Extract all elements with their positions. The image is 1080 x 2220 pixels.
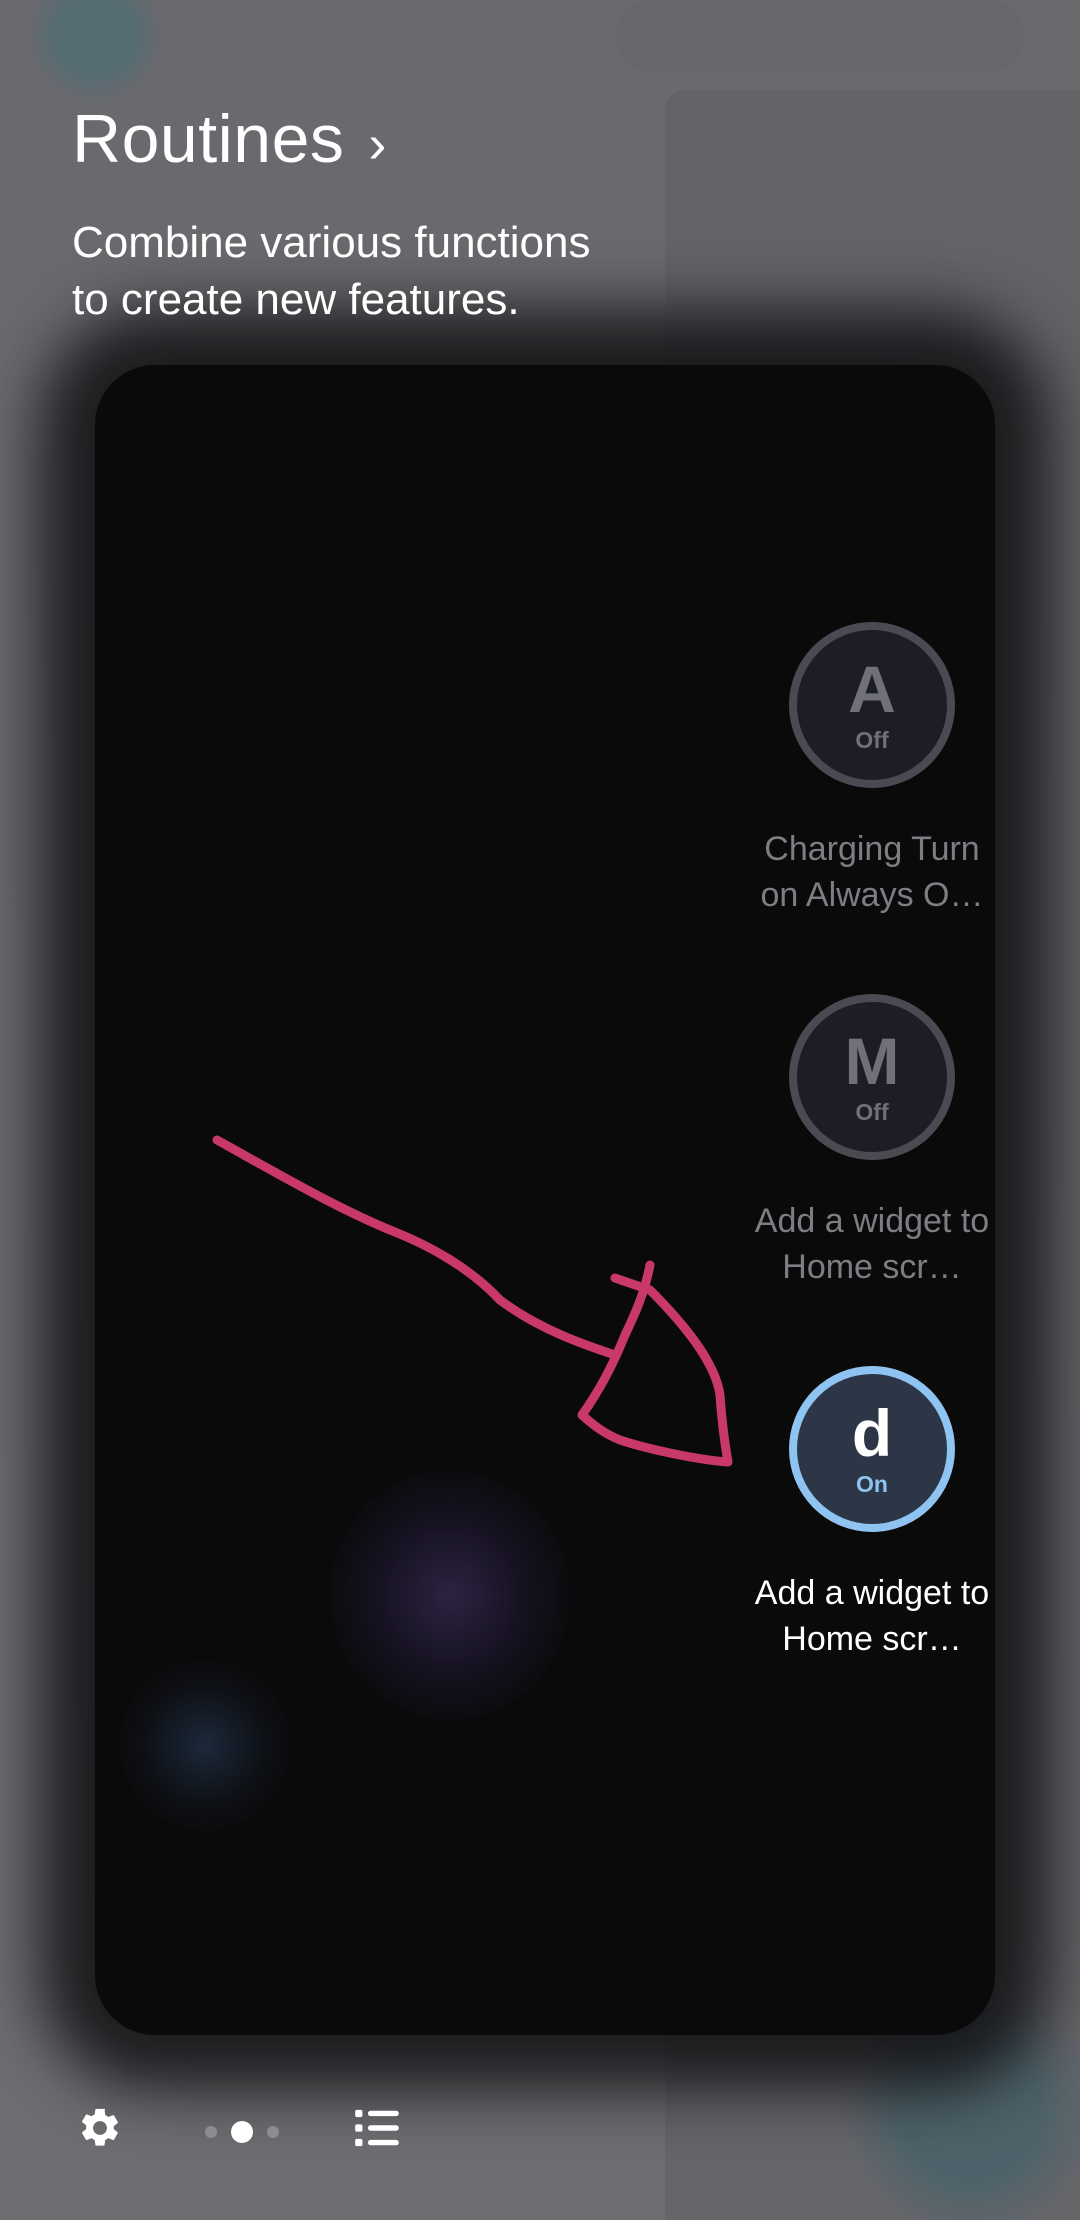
routine-state: On (856, 1470, 888, 1497)
routine-toggle-a[interactable]: A Off (789, 622, 955, 788)
header: Routines › Combine various functions to … (72, 100, 632, 328)
routine-item-widget-d[interactable]: d On Add a widget to Home scr… (752, 1366, 992, 1662)
routine-state: Off (855, 726, 889, 753)
blue-glow (120, 1660, 290, 1830)
routine-toggle-m[interactable]: M Off (789, 994, 955, 1160)
page-dot-active (231, 2121, 253, 2143)
routine-label: Add a widget to Home scr… (754, 1202, 990, 1286)
routine-label: Add a widget to Home scr… (754, 1574, 990, 1658)
chevron-right-icon[interactable]: › (368, 113, 386, 175)
routine-label: Charging Turn on Always O… (760, 830, 984, 914)
routine-item-charging[interactable]: A Off Charging Turn on Always O… (752, 622, 992, 918)
routine-letter: d (851, 1395, 893, 1470)
background-search-bar (615, 0, 1025, 72)
bottom-bar (0, 2085, 1080, 2175)
page-title[interactable]: Routines (72, 100, 344, 178)
purple-glow (330, 1470, 570, 1720)
routine-letter: A (848, 651, 896, 726)
list-icon[interactable] (355, 2108, 399, 2148)
gear-icon[interactable] (77, 2105, 123, 2151)
routine-state: Off (855, 1098, 889, 1125)
page-subtitle: Combine various functions to create new … (72, 218, 591, 324)
page-dot (205, 2126, 217, 2138)
page-indicator (205, 2121, 279, 2143)
page-dot (267, 2126, 279, 2138)
routines-panel-screen: Routines › Combine various functions to … (0, 0, 1080, 2220)
routine-letter: M (844, 1023, 900, 1098)
routine-toggle-d[interactable]: d On (789, 1366, 955, 1532)
routine-item-widget-m[interactable]: M Off Add a widget to Home scr… (752, 994, 992, 1290)
title-row[interactable]: Routines › (72, 100, 632, 178)
